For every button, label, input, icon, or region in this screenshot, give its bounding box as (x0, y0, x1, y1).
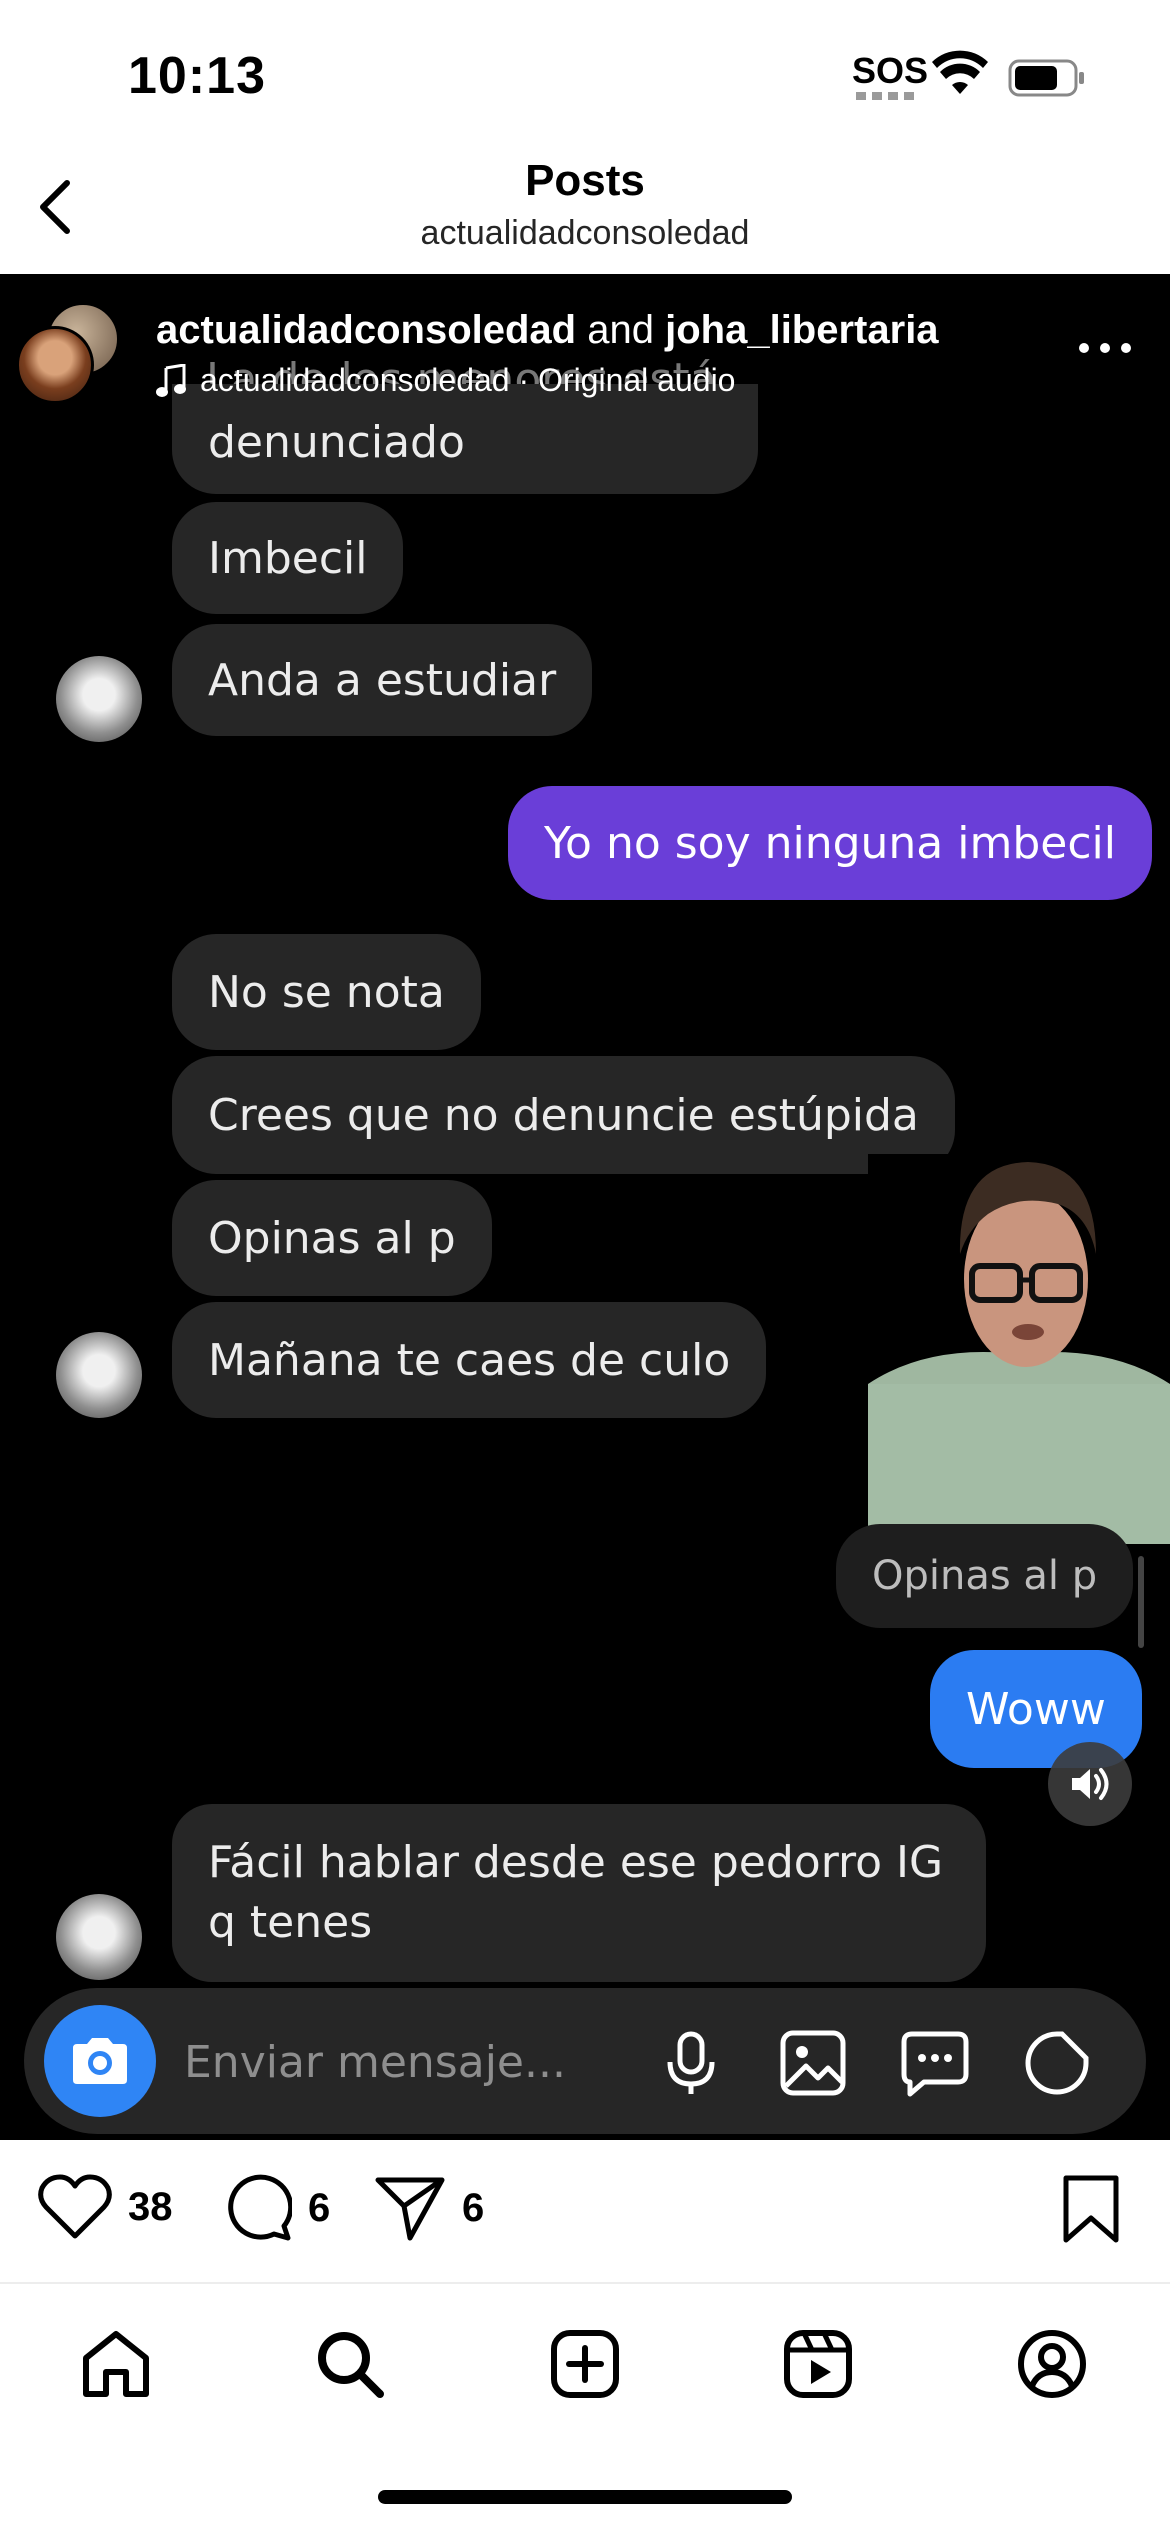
image-icon[interactable] (778, 2028, 848, 2098)
music-note-icon (156, 363, 186, 397)
tab-search[interactable] (310, 2324, 390, 2404)
chat-bubble: Anda a estudiar (172, 624, 593, 736)
status-bar: 10:13 SOS (0, 0, 1170, 150)
more-horizontal-icon[interactable] (1070, 328, 1140, 368)
collab-avatars[interactable] (16, 302, 126, 404)
speaker-icon (1072, 1768, 1109, 1800)
comment-icon (228, 2174, 292, 2241)
owner-names: actualidadconsoledad and joha_libertaria (156, 308, 939, 353)
chat-bubble: No se nota (172, 934, 481, 1050)
owner-joiner: and (587, 308, 654, 352)
battery-icon (1008, 59, 1084, 97)
volume-button[interactable] (1048, 1742, 1132, 1826)
chat-bubble: Mañana te caes de culo (172, 1302, 767, 1418)
tab-home[interactable] (76, 2324, 156, 2404)
camera-button[interactable] (44, 2005, 156, 2117)
chat-bubble-icon[interactable] (900, 2028, 970, 2098)
message-line: Fácil hablar desde ese pedorro IG (208, 1837, 944, 1888)
home-icon (83, 2331, 149, 2397)
avatar (56, 1332, 142, 1418)
microphone-icon[interactable] (656, 2028, 726, 2098)
message-input[interactable] (184, 2032, 644, 2092)
page-title: Posts (525, 156, 645, 205)
comment-count: 6 (308, 2185, 331, 2230)
tab-reels[interactable] (778, 2324, 858, 2404)
heart-icon (38, 2174, 112, 2239)
post-owner-row: actualidadconsoledad and joha_libertaria… (0, 274, 1170, 414)
comment-action[interactable]: 6 (224, 2174, 330, 2242)
status-time: 10:13 (128, 47, 266, 105)
message-line: q tenes (208, 1897, 373, 1948)
collab-username[interactable]: joha_libertaria (665, 308, 938, 352)
home-indicator (378, 2490, 792, 2504)
chat-bubble: Fácil hablar desde ese pedorro IG q tene… (172, 1804, 986, 1982)
page-subtitle[interactable]: actualidadconsoledad (0, 214, 1170, 253)
bookmark-icon[interactable] (1060, 2174, 1122, 2244)
owner-username[interactable]: actualidadconsoledad (156, 308, 576, 352)
send-icon (375, 2177, 445, 2241)
webcam-overlay (868, 1154, 1170, 1544)
tab-profile[interactable] (1012, 2324, 1092, 2404)
avatar (16, 326, 94, 404)
like-count: 38 (128, 2184, 173, 2229)
sticker-icon[interactable] (1022, 2028, 1092, 2098)
reply-indicator (1138, 1556, 1144, 1648)
wifi-icon (932, 50, 988, 94)
share-count: 6 (462, 2185, 485, 2230)
post-actions: 38 6 6 (0, 2140, 1170, 2280)
chat-bubble: Imbecil (172, 502, 404, 614)
sos-indicator: SOS (852, 50, 929, 91)
chat-bubble: Crees que no denuncie estúpida (172, 1056, 955, 1174)
search-icon (318, 2332, 384, 2398)
audio-label: actualidadconsoledad · Original audio (200, 362, 736, 398)
reel-video[interactable]: actualidadconsoledad and joha_libertaria… (0, 274, 1170, 2140)
quoted-reply: Opinas al p (836, 1524, 1134, 1628)
message-composer (24, 1988, 1146, 2134)
profile-icon (1018, 2330, 1086, 2398)
avatar (56, 656, 142, 742)
camera-icon (73, 2038, 127, 2084)
reels-icon (784, 2330, 852, 2398)
avatar (56, 1894, 142, 1980)
signal-dots (856, 92, 916, 100)
like-action[interactable]: 38 (38, 2174, 173, 2240)
chat-bubble-sent: Yo no soy ninguna imbecil (508, 786, 1152, 900)
chat-bubble: Opinas al p (172, 1180, 492, 1296)
share-action[interactable]: 6 (374, 2174, 484, 2242)
posts-header: Posts actualidadconsoledad (0, 150, 1170, 274)
audio-attribution[interactable]: actualidadconsoledad · Original audio (156, 362, 735, 399)
tab-create[interactable] (545, 2324, 625, 2404)
plus-square-icon (551, 2330, 619, 2398)
